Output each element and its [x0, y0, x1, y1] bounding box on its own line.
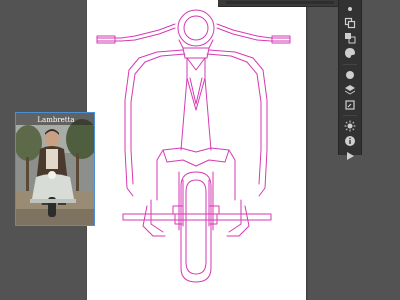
canvas-workspace[interactable]: Lambretta — [0, 0, 400, 300]
photo-masthead: Lambretta — [37, 116, 75, 124]
play-icon[interactable] — [341, 148, 359, 164]
scooter-outline-drawing[interactable] — [87, 0, 306, 300]
separator — [343, 115, 357, 116]
palette-icon[interactable] — [341, 45, 359, 61]
artboard-icon[interactable] — [341, 97, 359, 113]
placed-photo[interactable]: Lambretta — [15, 112, 95, 226]
layers-icon[interactable] — [341, 82, 359, 98]
separator — [343, 64, 357, 65]
artboard[interactable] — [87, 0, 306, 300]
control-bar-slot — [226, 1, 334, 4]
control-bar — [218, 0, 338, 7]
info-icon[interactable] — [341, 133, 359, 149]
placed-photo-image — [16, 113, 94, 225]
arrange-icon[interactable] — [341, 30, 359, 46]
sun-icon[interactable] — [341, 118, 359, 134]
tools-panel — [338, 0, 362, 160]
move-icon[interactable] — [341, 15, 359, 31]
circle-icon[interactable] — [341, 67, 359, 83]
